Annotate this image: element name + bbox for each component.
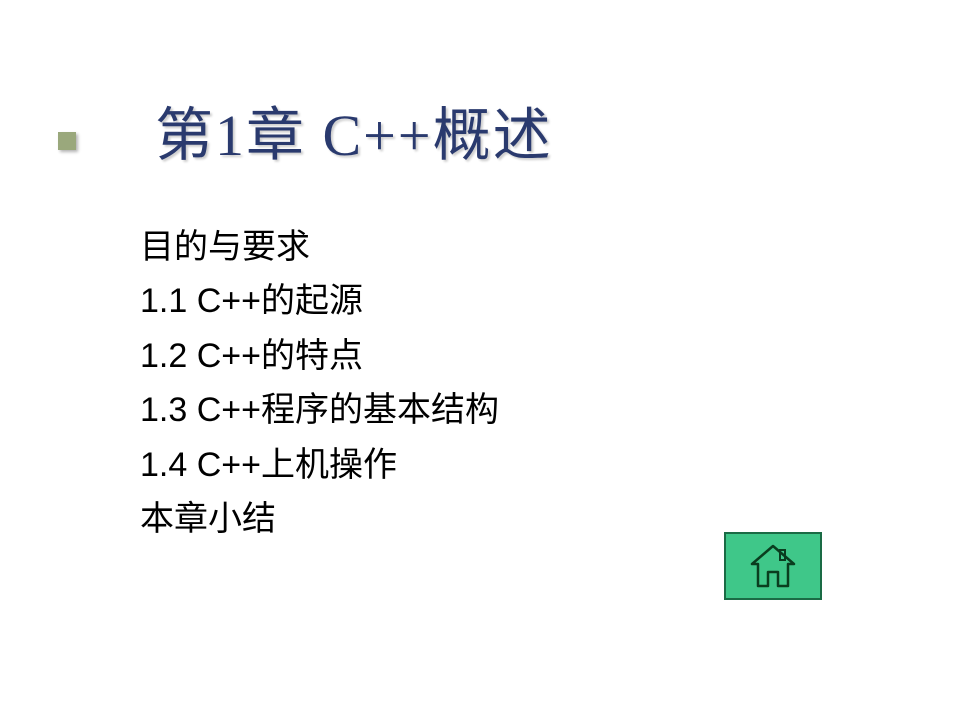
content-item-objectives[interactable]: 目的与要求 — [140, 220, 920, 274]
slide-container: 第1章 C++概述 目的与要求 1.1 C++的起源 1.2 C++的特点 1.… — [0, 0, 960, 720]
content-list: 目的与要求 1.1 C++的起源 1.2 C++的特点 1.3 C++程序的基本… — [140, 220, 920, 546]
content-item-1-3[interactable]: 1.3 C++程序的基本结构 — [140, 383, 920, 437]
title-bullet-icon — [58, 132, 76, 150]
content-item-1-1[interactable]: 1.1 C++的起源 — [140, 274, 920, 328]
content-item-1-2[interactable]: 1.2 C++的特点 — [140, 329, 920, 383]
home-icon — [748, 542, 798, 590]
home-button[interactable] — [724, 532, 822, 600]
slide-title: 第1章 C++概述 — [155, 88, 920, 172]
content-item-1-4[interactable]: 1.4 C++上机操作 — [140, 438, 920, 492]
